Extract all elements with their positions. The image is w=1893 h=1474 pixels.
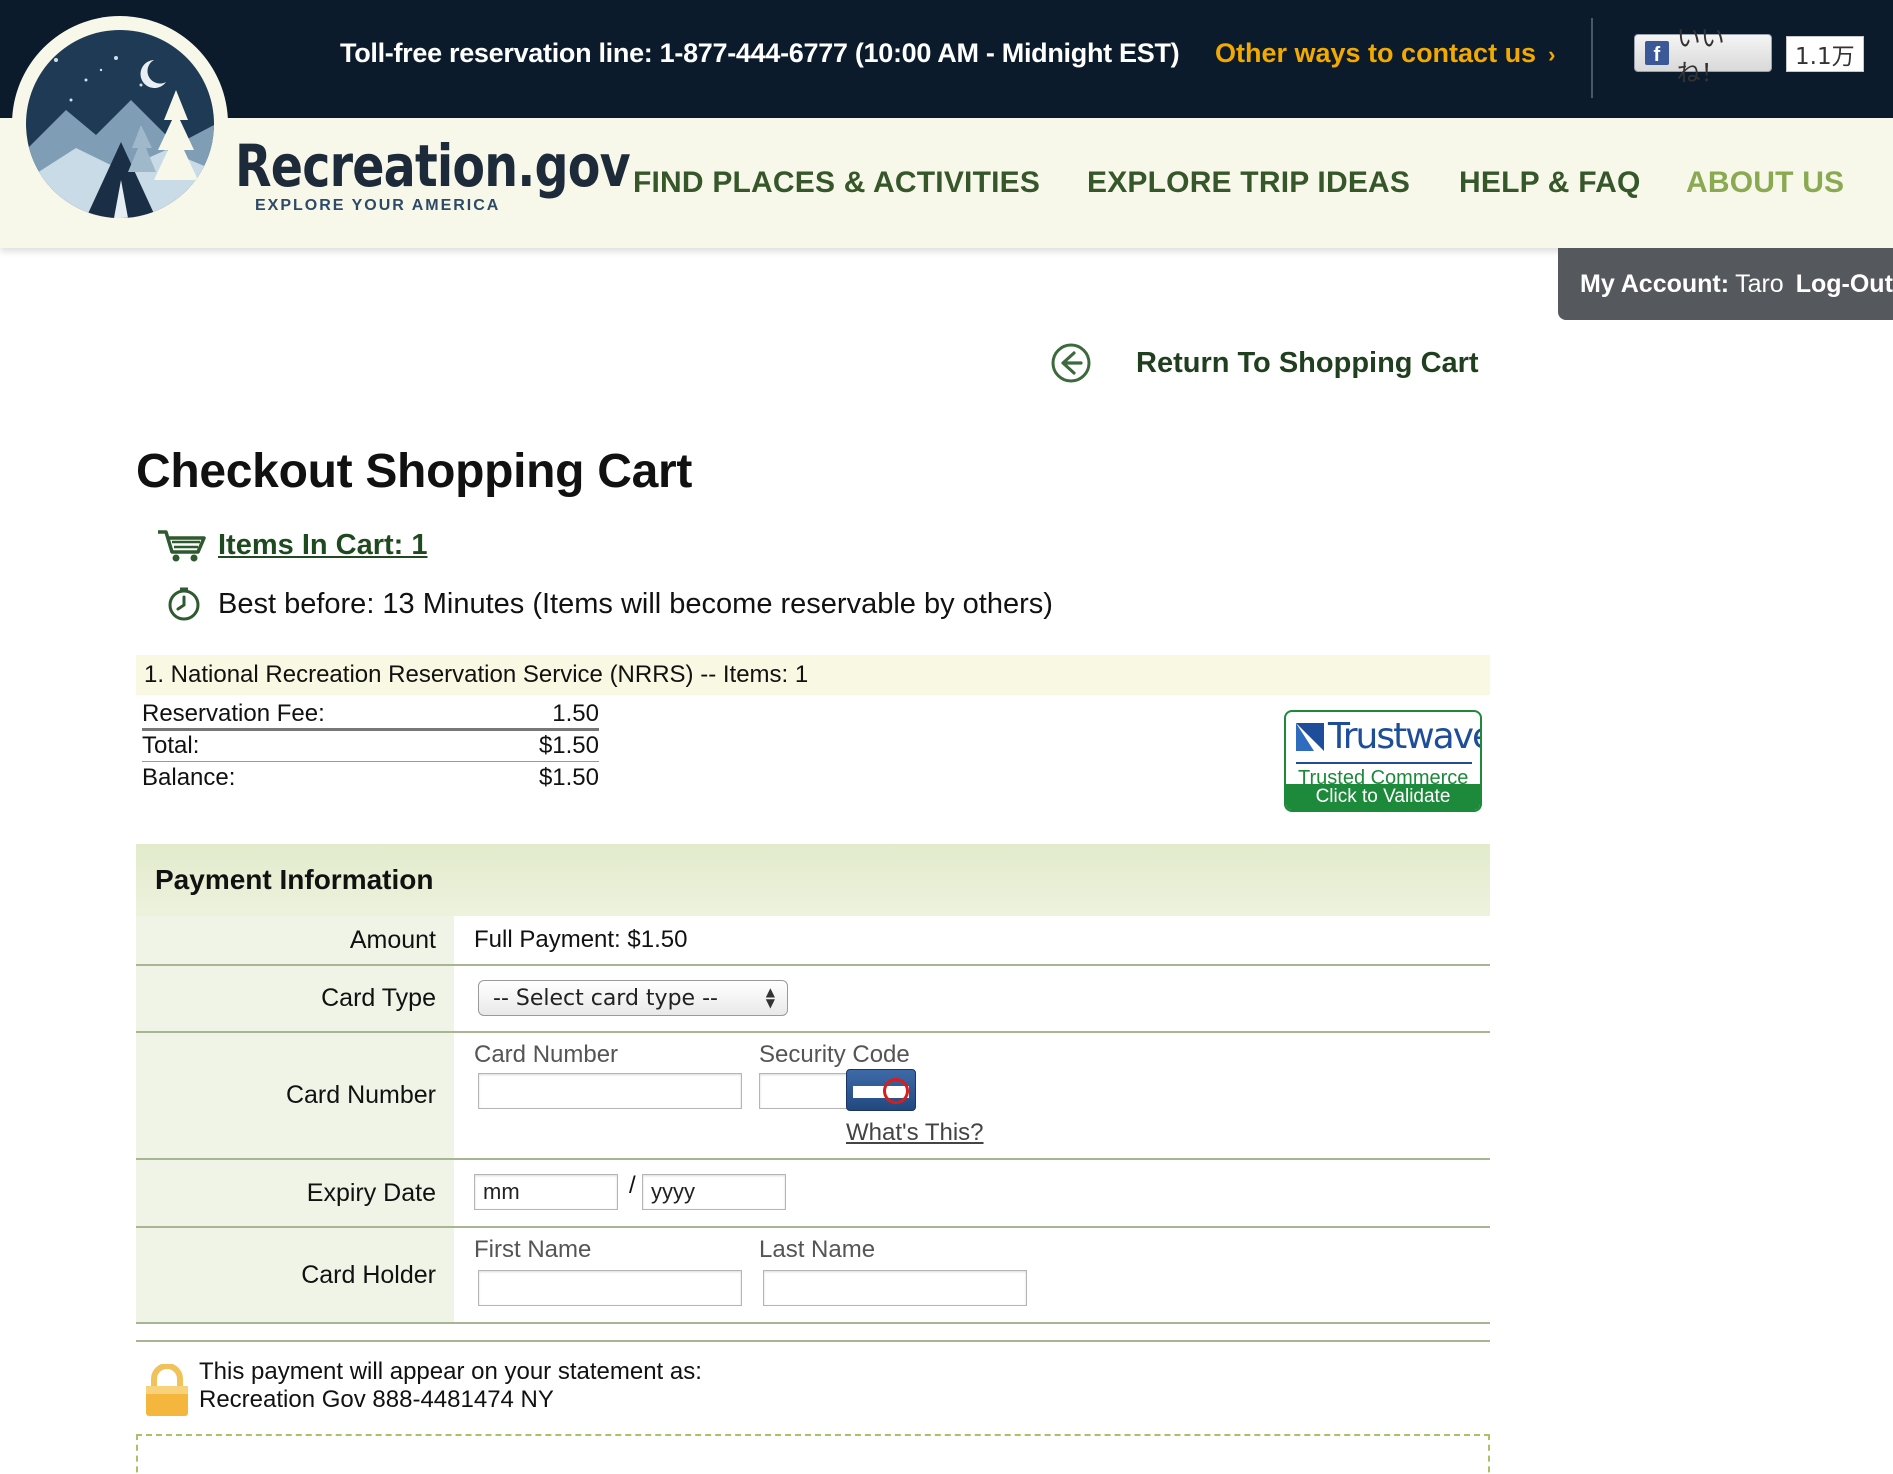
facebook-like-button[interactable]: f いいね！ [1634,25,1772,87]
card-type-row: Card Type -- Select card type -- ▲ ▼ [136,966,1490,1033]
other-contact-label: Other ways to contact us [1215,38,1537,68]
logout-link[interactable]: Log-Out [1796,270,1893,299]
items-in-cart-row: Items In Cart: 1 [156,526,428,564]
site-brand-name[interactable]: Recreation.gov [235,132,631,200]
expiry-month-input[interactable]: mm [474,1174,618,1210]
site-logo[interactable] [12,16,228,232]
fee-row-reservation: Reservation Fee: 1.50 [142,700,599,731]
fee-label: Total: [142,732,200,759]
reservation-phone: Toll-free reservation line: 1-877-444-67… [340,38,1180,68]
back-arrow-circle-icon[interactable] [1050,342,1092,384]
trustwave-mark-icon [1296,722,1324,751]
card-type-label: Card Type [136,966,454,1031]
card-holder-row: Card Holder First Name Last Name [136,1228,1490,1324]
order-header: 1. National Recreation Reservation Servi… [136,655,1490,695]
nav-explore-trip-ideas[interactable]: EXPLORE TRIP IDEAS [1087,166,1410,200]
my-account-link[interactable]: My Account: [1580,270,1729,299]
lock-icon [146,1364,188,1416]
brand-tagline: EXPLORE YOUR AMERICA [255,197,501,214]
return-to-cart-row: Return To Shopping Cart [1050,342,1479,384]
whats-this-link[interactable]: What's This? [846,1119,984,1147]
first-name-input[interactable] [478,1270,742,1306]
facebook-icon: f [1645,41,1669,65]
expiry-separator: / [629,1172,636,1199]
card-number-field-label: Card Number [474,1041,619,1068]
expiry-date-label: Expiry Date [136,1160,454,1226]
facebook-like-count: 1.1万 [1786,36,1864,72]
chevron-right-icon: › [1548,42,1556,67]
expiry-year-input[interactable]: yyyy [642,1174,786,1210]
trustwave-logo: Trustwave [1296,716,1482,757]
trustwave-name: Trustwave [1328,716,1482,757]
amount-label: Amount [136,916,454,964]
card-holder-cell: First Name Last Name [454,1228,1490,1322]
statement-line-2: Recreation Gov 888-4481474 NY [199,1386,554,1413]
expiry-date-cell: mm / yyyy [454,1160,1490,1226]
payment-section-title: Payment Information [136,844,1490,916]
nav-find-places[interactable]: FIND PLACES & ACTIVITIES [633,166,1040,200]
card-number-row: Card Number Card Number Security Code Wh… [136,1033,1490,1160]
best-before-row: Best before: 13 Minutes (Items will beco… [166,586,1053,622]
page-title: Checkout Shopping Cart [136,445,693,498]
account-user-name: Taro [1735,269,1784,298]
statement-line-1: This payment will appear on your stateme… [199,1358,702,1385]
security-code-label: Security Code [759,1041,910,1068]
trustwave-divider [1296,762,1472,764]
fee-label: Reservation Fee: [142,700,325,727]
fee-row-balance: Balance: $1.50 [142,762,599,793]
fee-value: $1.50 [538,732,599,759]
card-type-cell: -- Select card type -- ▲ ▼ [454,966,1490,1031]
top-bar: Toll-free reservation line: 1-877-444-67… [0,0,1893,118]
nav-help-faq[interactable]: HELP & FAQ [1459,166,1640,200]
clock-icon [168,587,200,621]
best-before-text: Best before: 13 Minutes (Items will beco… [218,587,1053,620]
statement-text: This payment will appear on your stateme… [199,1358,702,1414]
amount-value: Full Payment: $1.50 [474,926,688,953]
amount-row: Amount Full Payment: $1.50 [136,916,1490,966]
payment-form: Amount Full Payment: $1.50 Card Type -- … [136,916,1490,1324]
shopping-cart-icon [158,530,206,562]
brand-suffix: .gov [517,132,630,200]
next-section-box [136,1434,1490,1474]
facebook-like-label: いいね！ [1676,25,1725,87]
expiry-date-row: Expiry Date mm / yyyy [136,1160,1490,1228]
card-type-select[interactable]: -- Select card type -- ▲ ▼ [478,980,788,1016]
trustwave-validate-button[interactable]: Click to Validate [1286,784,1480,810]
select-arrows-icon: ▲ ▼ [765,985,775,1010]
fee-summary: Reservation Fee: 1.50 Total: $1.50 Balance… [142,700,599,793]
mountain-tent-logo-icon [26,30,214,218]
other-contact-link[interactable]: Other ways to contact us › [1215,38,1555,69]
statement-notice: This payment will appear on your stateme… [136,1340,1490,1440]
card-holder-label: Card Holder [136,1228,454,1322]
card-number-cell: Card Number Security Code What's This? [454,1033,1490,1158]
items-in-cart-link[interactable]: Items In Cart: 1 [218,529,428,562]
last-name-input[interactable] [763,1270,1027,1306]
topbar-divider [1591,18,1593,98]
first-name-label: First Name [474,1236,592,1263]
fee-row-total: Total: $1.50 [142,731,599,762]
brand-name: Recreation [235,132,518,200]
nav-about-us[interactable]: ABOUT US [1686,166,1844,200]
fee-label: Balance: [142,763,236,791]
fee-value: $1.50 [538,763,599,791]
card-number-label: Card Number [136,1033,454,1158]
return-to-shopping-cart-link[interactable]: Return To Shopping Cart [1136,347,1479,380]
trustwave-seal[interactable]: Trustwave Trusted Commerce Click to Vali… [1284,710,1482,812]
card-type-selected: -- Select card type -- [493,985,718,1011]
card-number-input[interactable] [478,1073,742,1109]
last-name-label: Last Name [759,1236,876,1263]
credit-card-cvv-icon [846,1069,916,1111]
fee-value: 1.50 [552,700,599,727]
account-tab: My Account: Taro Log-Out [1558,248,1893,320]
